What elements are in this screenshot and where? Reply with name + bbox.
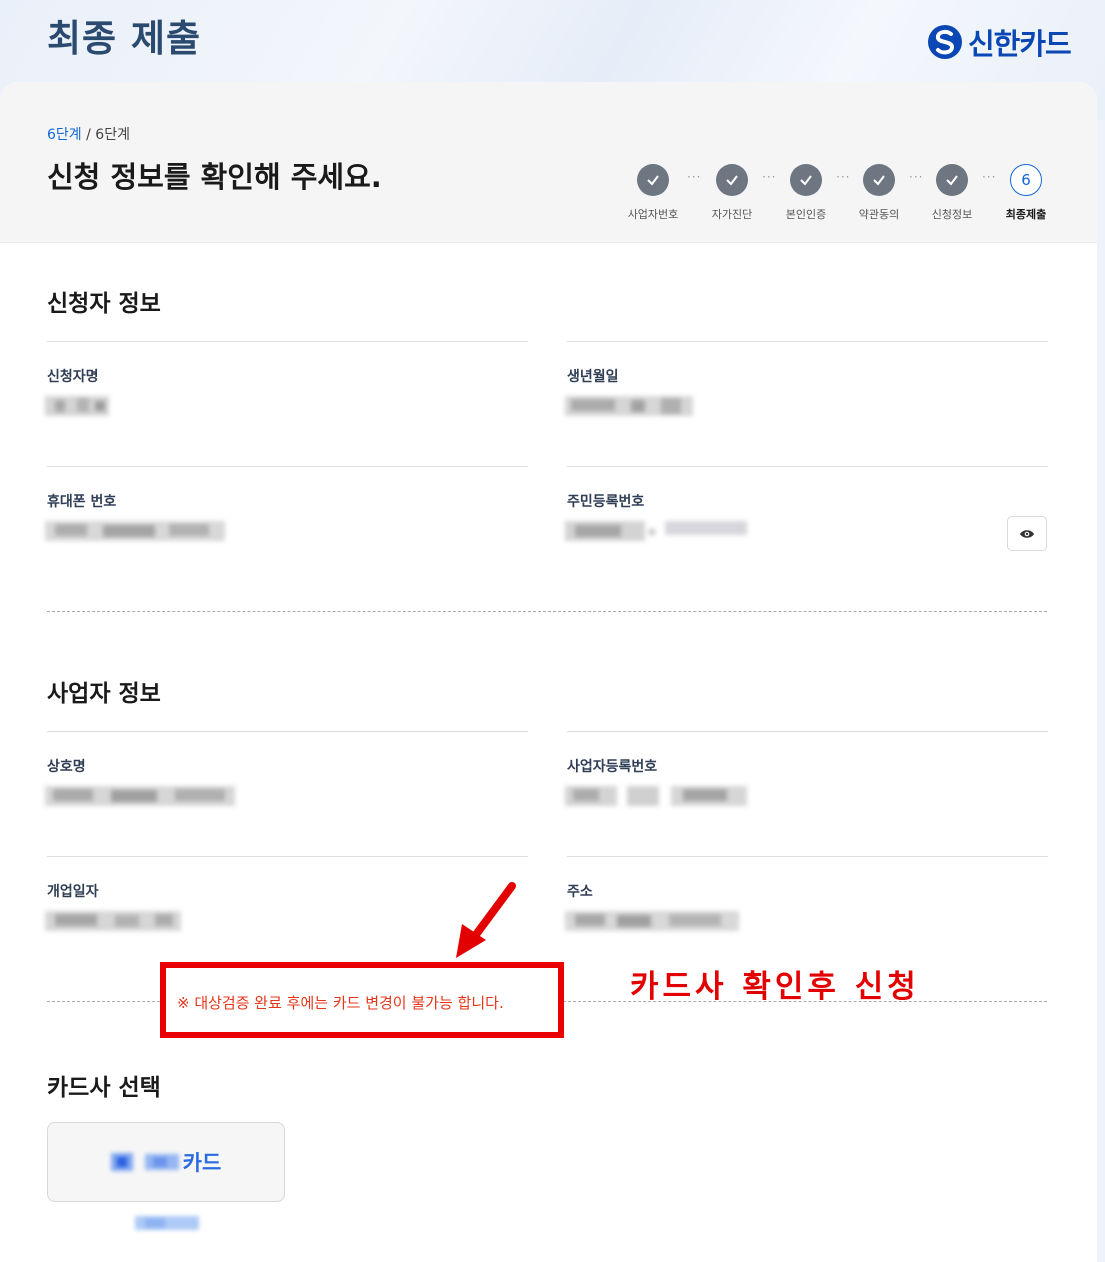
card-brand-logo-icon xyxy=(110,1153,179,1171)
resident-number-field: 주민등록번호 xyxy=(565,466,1048,591)
step-2: 자가진단 xyxy=(697,164,767,222)
masked-value xyxy=(565,909,739,935)
total-steps: 6단계 xyxy=(95,127,130,143)
field-label: 개업일자 xyxy=(47,884,99,900)
check-icon xyxy=(716,164,748,196)
step-separator: / xyxy=(81,127,96,143)
card-change-notice: ※ 대상검증 완료 후에는 카드 변경이 불가능 합니다. xyxy=(177,994,504,1012)
masked-value xyxy=(565,394,693,420)
step-label: 사업자번호 xyxy=(627,208,679,221)
phone-field: 휴대폰 번호 xyxy=(45,466,528,591)
field-label: 상호명 xyxy=(47,759,86,775)
step-3: 본인인증 xyxy=(771,164,841,222)
section-divider xyxy=(47,611,1047,612)
birthdate-field: 생년월일 xyxy=(565,341,1048,466)
step-counter: 6단계 / 6단계 xyxy=(47,124,130,144)
stepper: 사업자번호 ··· 자가진단 ··· 본인인증 ··· 약관동의 ··· 신청정… xyxy=(620,164,1060,234)
card-company-option[interactable]: 카드 xyxy=(47,1122,285,1202)
masked-value xyxy=(565,784,747,810)
field-label: 주민등록번호 xyxy=(567,494,645,510)
step-5: 신청정보 xyxy=(917,164,987,222)
field-label: 휴대폰 번호 xyxy=(47,494,117,510)
applicant-name-field: 신청자명 xyxy=(45,341,528,466)
masked-value xyxy=(45,519,225,545)
current-step: 6단계 xyxy=(47,127,82,143)
logo-text: 신한카드 xyxy=(968,27,1072,61)
field-label: 주소 xyxy=(567,884,593,900)
masked-value xyxy=(45,909,181,935)
annotation-highlight-box: ※ 대상검증 완료 후에는 카드 변경이 불가능 합니다. xyxy=(160,962,564,1038)
masked-value xyxy=(45,394,109,420)
field-label: 생년월일 xyxy=(567,369,619,385)
field-label: 신청자명 xyxy=(47,369,99,385)
annotation-arrow-icon xyxy=(456,882,516,958)
step-1: 사업자번호 xyxy=(618,164,688,222)
step-label: 신청정보 xyxy=(931,208,973,221)
step-heading: 신청 정보를 확인해 주세요. xyxy=(47,160,382,194)
shinhan-logo-icon xyxy=(928,25,962,59)
masked-value xyxy=(565,519,747,545)
check-icon xyxy=(790,164,822,196)
step-4: 약관동의 xyxy=(844,164,914,222)
annotation-text: 카드사 확인후 신청 xyxy=(630,969,920,1005)
application-panel: 6단계 / 6단계 신청 정보를 확인해 주세요. 사업자번호 ··· 자가진단… xyxy=(0,82,1097,1262)
reveal-resident-number-button[interactable] xyxy=(1007,516,1047,551)
step-label: 약관동의 xyxy=(858,208,900,221)
brand-logo[interactable]: 신한카드 xyxy=(926,21,1072,63)
card-company-section-title: 카드사 선택 xyxy=(47,1075,161,1101)
step-label: 본인인증 xyxy=(785,208,827,221)
masked-value xyxy=(45,784,235,810)
step-label: 자가진단 xyxy=(711,208,753,221)
check-icon xyxy=(637,164,669,196)
business-section-title: 사업자 정보 xyxy=(47,681,161,707)
business-number-field: 사업자등록번호 xyxy=(565,731,1048,856)
card-option-name: 카드 xyxy=(182,1151,222,1175)
check-icon xyxy=(936,164,968,196)
step-label: 최종제출 xyxy=(1005,208,1047,221)
step-number: 6 xyxy=(1010,164,1042,196)
check-icon xyxy=(863,164,895,196)
company-name-field: 상호명 xyxy=(45,731,528,856)
field-label: 사업자등록번호 xyxy=(567,759,658,775)
page-title: 최종 제출 xyxy=(47,17,202,60)
eye-icon xyxy=(1020,529,1034,538)
step-6: 6 최종제출 xyxy=(991,164,1061,222)
card-option-caption xyxy=(135,1216,199,1230)
applicant-section-title: 신청자 정보 xyxy=(47,291,161,317)
